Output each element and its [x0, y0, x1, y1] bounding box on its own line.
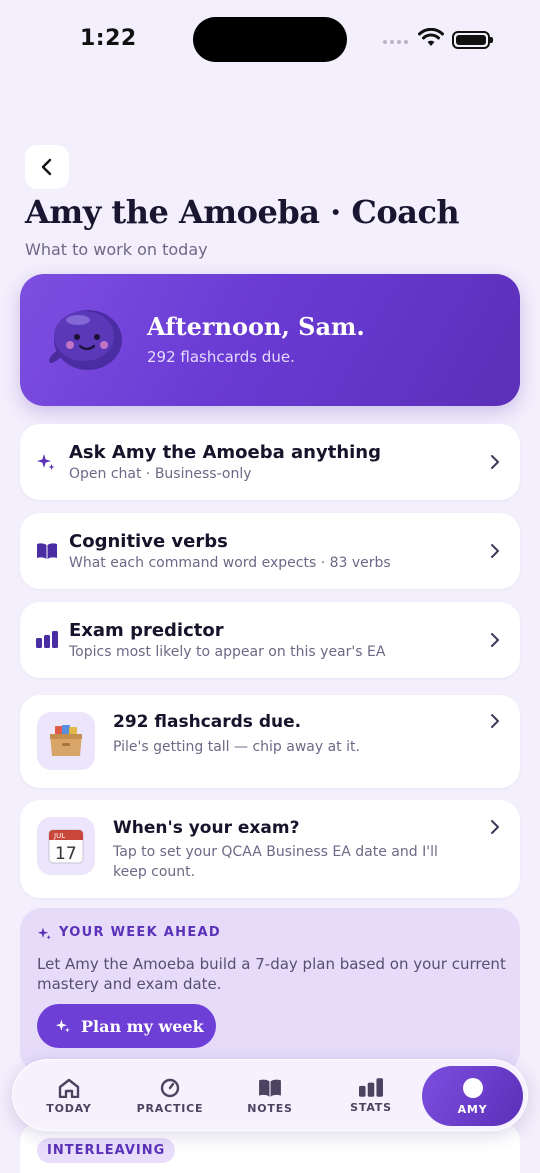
tab-today[interactable]: TODAY	[19, 1060, 119, 1132]
week-ahead-card: YOUR WEEK AHEAD Let Amy the Amoeba build…	[20, 908, 520, 1073]
plan-my-week-button[interactable]: Plan my week	[37, 1004, 216, 1048]
timer-icon	[160, 1078, 180, 1097]
greeting-subtitle: 292 flashcards due.	[147, 348, 295, 366]
chevron-right-icon	[491, 455, 499, 469]
page-title: Amy the Amoeba · Coach	[25, 193, 460, 231]
cognitive-verbs-card[interactable]: Cognitive verbs What each command word e…	[20, 513, 520, 589]
bar-chart-icon	[359, 1078, 383, 1097]
tab-label: AMY	[457, 1102, 488, 1116]
calendar-tile: JUL 17	[37, 817, 95, 875]
chevron-left-icon	[41, 158, 52, 176]
tab-bar: TODAY PRACTICE NOTES STATS AMY	[12, 1059, 528, 1131]
ask-amy-card[interactable]: Ask Amy the Amoeba anything Open chat · …	[20, 424, 520, 500]
wifi-icon	[418, 28, 444, 46]
battery-icon	[452, 31, 493, 49]
chevron-right-icon	[491, 714, 499, 728]
circle-icon	[462, 1077, 483, 1098]
status-bar: 1:22	[0, 0, 540, 80]
dynamic-island	[193, 17, 347, 62]
interleaving-pill: INTERLEAVING	[37, 1138, 176, 1163]
home-icon	[58, 1078, 80, 1098]
sparkle-icon	[37, 454, 55, 470]
calendar-icon: JUL 17	[48, 829, 84, 864]
greeting-title: Afternoon, Sam.	[147, 312, 365, 341]
tab-label: STATS	[350, 1101, 392, 1114]
card-subtitle: Pile's getting tall — chip away at it.	[113, 739, 360, 755]
calendar-day: 17	[55, 844, 77, 864]
status-time: 1:22	[80, 26, 137, 51]
tab-label: TODAY	[46, 1101, 92, 1115]
tab-stats[interactable]: STATS	[321, 1060, 421, 1132]
chevron-right-icon	[491, 544, 499, 558]
card-file-box-icon	[50, 725, 82, 756]
sparkle-icon	[55, 1019, 70, 1033]
card-subtitle: What each command word expects · 83 verb…	[69, 555, 391, 571]
chevron-right-icon	[491, 820, 499, 834]
calendar-month: JUL	[53, 832, 65, 840]
greeting-hero-card: Afternoon, Sam. 292 flashcards due.	[20, 274, 520, 406]
bar-chart-icon	[36, 631, 58, 648]
amoeba-mascot-icon	[49, 310, 122, 370]
card-title: When's your exam?	[113, 818, 300, 838]
card-subtitle: Topics most likely to appear on this yea…	[69, 644, 386, 660]
sparkle-icon	[37, 927, 51, 940]
book-icon	[259, 1079, 281, 1097]
week-eyebrow: YOUR WEEK AHEAD	[59, 925, 221, 940]
book-icon	[37, 543, 57, 559]
flashcards-tile	[37, 712, 95, 770]
exam-date-card[interactable]: JUL 17 When's your exam? Tap to set your…	[20, 800, 520, 898]
chevron-right-icon	[491, 633, 499, 647]
week-description: Let Amy the Amoeba build a 7-day plan ba…	[37, 955, 506, 993]
plan-button-label: Plan my week	[81, 1016, 204, 1036]
page-subtitle: What to work on today	[25, 240, 208, 259]
tab-practice[interactable]: PRACTICE	[120, 1060, 220, 1132]
tab-amy[interactable]: AMY	[422, 1066, 523, 1126]
cellular-signal-icon	[383, 40, 411, 46]
card-title: 292 flashcards due.	[113, 712, 302, 732]
card-title: Exam predictor	[69, 620, 224, 641]
card-title: Ask Amy the Amoeba anything	[69, 442, 382, 463]
back-button[interactable]	[25, 145, 69, 189]
flashcards-due-card[interactable]: 292 flashcards due. Pile's getting tall …	[20, 695, 520, 788]
card-subtitle: Open chat · Business-only	[69, 466, 252, 482]
card-title: Cognitive verbs	[69, 531, 228, 552]
tab-label: NOTES	[247, 1101, 293, 1115]
exam-predictor-card[interactable]: Exam predictor Topics most likely to app…	[20, 602, 520, 678]
card-subtitle: Tap to set your QCAA Business EA date an…	[113, 844, 438, 880]
tab-notes[interactable]: NOTES	[220, 1060, 320, 1132]
tab-label: PRACTICE	[136, 1101, 204, 1115]
